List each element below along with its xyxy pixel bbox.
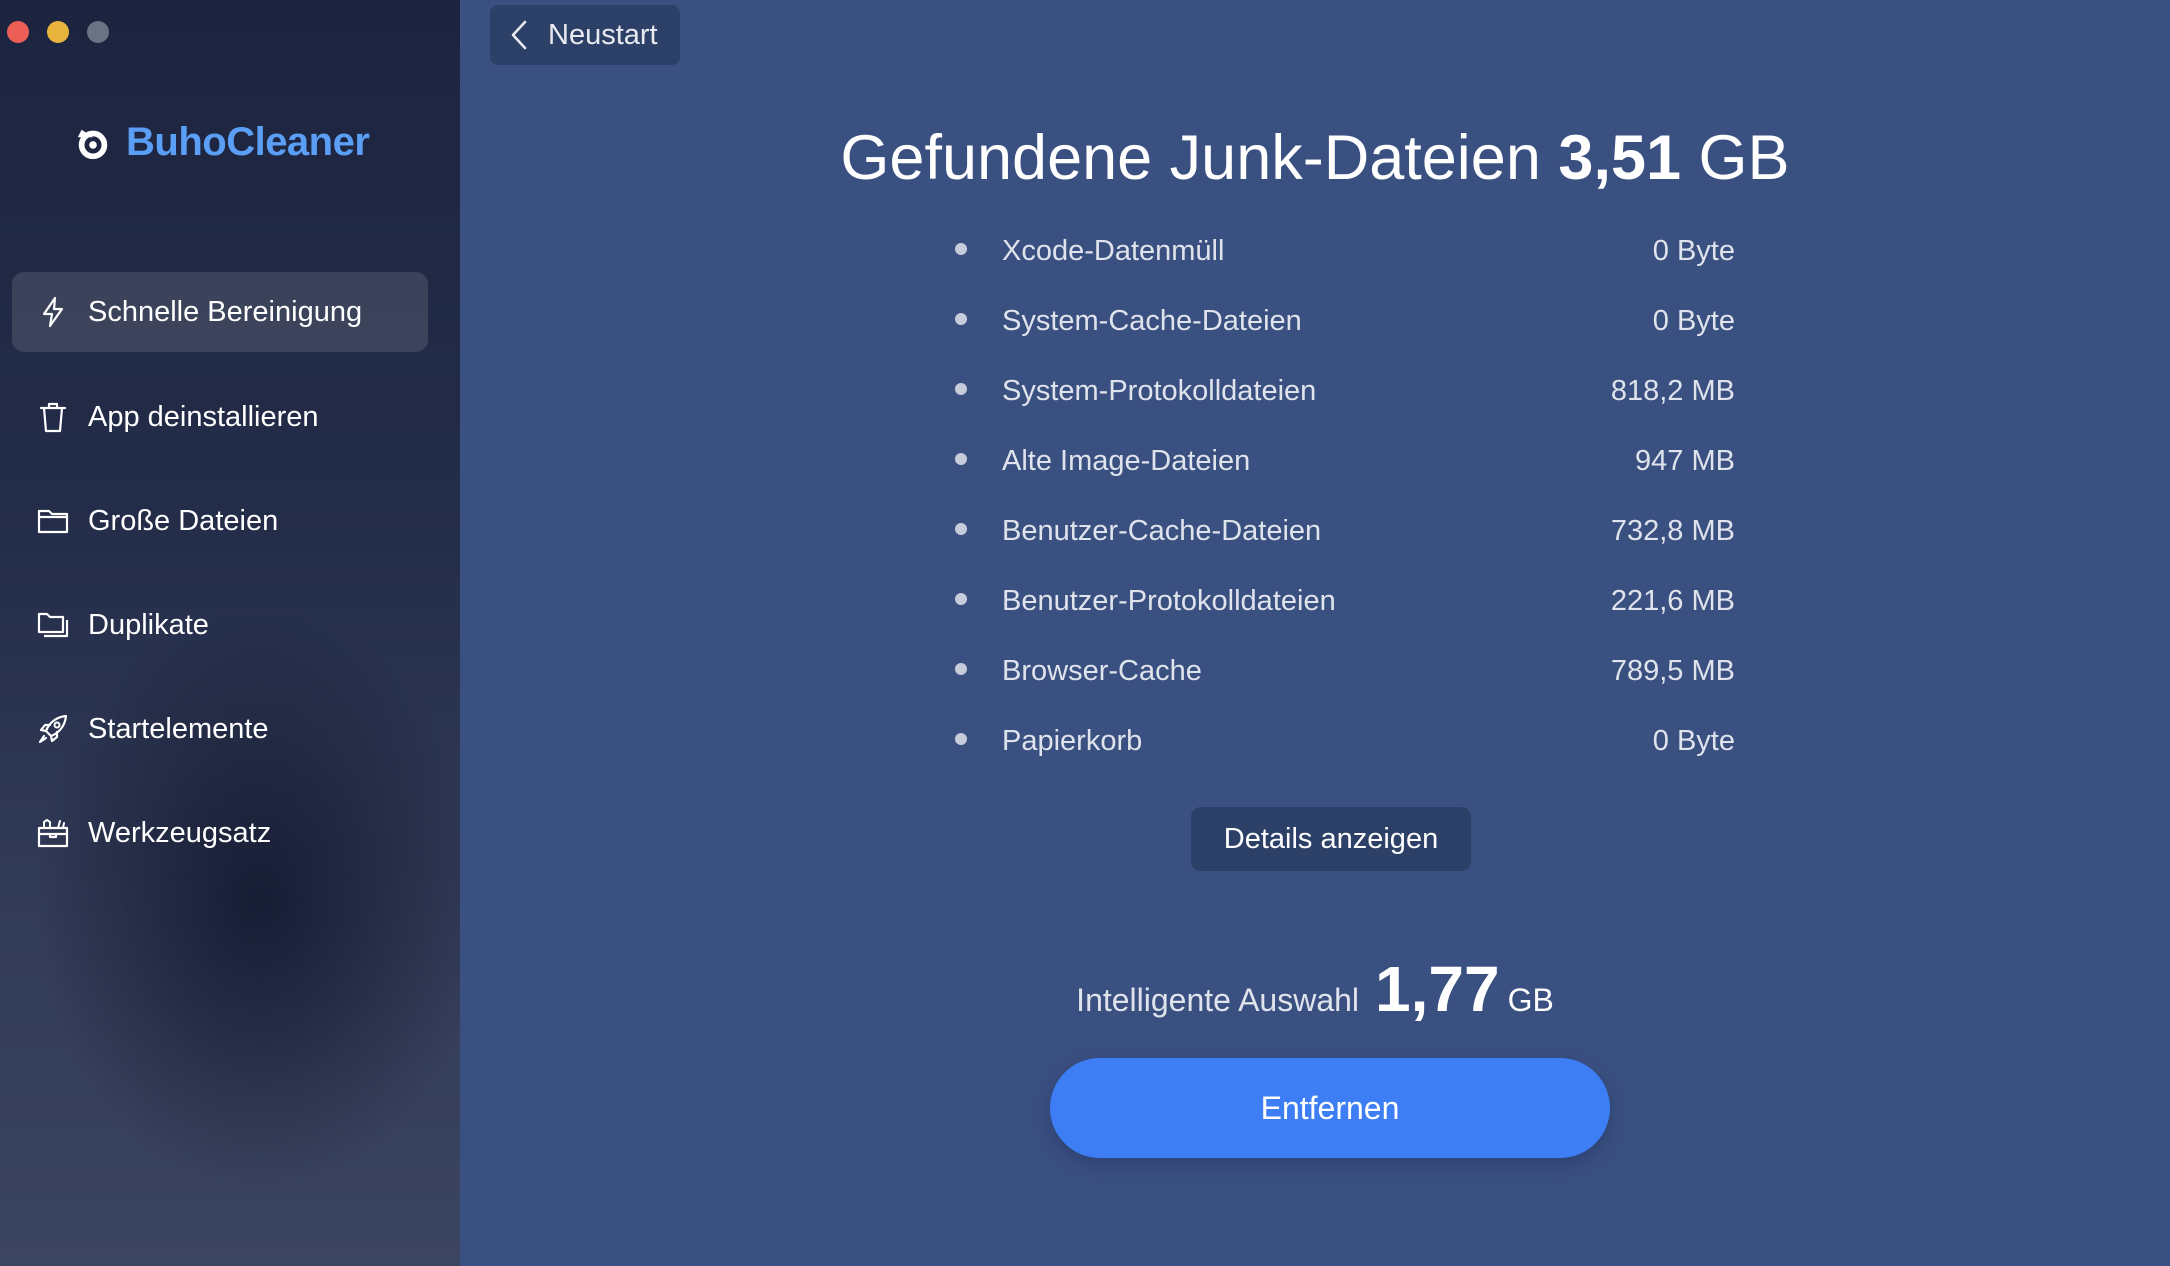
lightning-icon	[42, 296, 64, 328]
junk-category-name: Benutzer-Cache-Dateien	[1002, 515, 1322, 547]
sidebar-item-quick-clean[interactable]: Schnelle Bereinigung	[12, 272, 428, 352]
chevron-left-icon	[511, 20, 527, 50]
smart-selection-value: 1,77	[1375, 953, 1500, 1025]
smart-selection-unit: GB	[1507, 982, 1554, 1018]
back-button[interactable]: Neustart	[490, 5, 680, 65]
bullet-icon	[955, 453, 967, 465]
sidebar-item-large-files[interactable]: Große Dateien	[12, 481, 428, 561]
bullet-icon	[955, 243, 967, 255]
bullet-icon	[955, 313, 967, 325]
app-logo: BuhoCleaner	[74, 120, 370, 165]
trash-icon	[39, 402, 67, 433]
junk-file-list: Xcode-Datenmüll 0 Byte System-Cache-Date…	[955, 222, 1735, 782]
headline-value: 3,51	[1558, 123, 1682, 193]
maximize-window-button[interactable]	[87, 21, 109, 43]
junk-category-size: 732,8 MB	[1610, 515, 1735, 547]
list-item: Benutzer-Protokolldateien 221,6 MB	[955, 572, 1735, 642]
toolbox-icon	[37, 818, 69, 848]
junk-category-name: System-Cache-Dateien	[1002, 305, 1302, 337]
list-item: Alte Image-Dateien 947 MB	[955, 432, 1735, 502]
app-name: BuhoCleaner	[126, 120, 370, 164]
minimize-window-button[interactable]	[47, 21, 69, 43]
sidebar-item-label: App deinstallieren	[88, 400, 319, 433]
bullet-icon	[955, 593, 967, 605]
sidebar-item-toolkit[interactable]: Werkzeugsatz	[12, 793, 428, 873]
sidebar-item-label: Startelemente	[88, 712, 269, 745]
junk-category-name: Alte Image-Dateien	[1002, 445, 1251, 477]
list-item: Browser-Cache 789,5 MB	[955, 642, 1735, 712]
show-details-button[interactable]: Details anzeigen	[1191, 807, 1471, 871]
headline-unit: GB	[1698, 123, 1790, 193]
rocket-icon	[38, 714, 68, 744]
duplicate-folder-icon	[37, 612, 69, 638]
page-title: Gefundene Junk-Dateien 3,51 GB	[460, 122, 2170, 194]
main-content: Neustart Gefundene Junk-Dateien 3,51 GB …	[460, 0, 2170, 1266]
list-item: System-Cache-Dateien 0 Byte	[955, 292, 1735, 362]
close-window-button[interactable]	[7, 21, 29, 43]
sidebar-item-duplicates[interactable]: Duplikate	[12, 585, 428, 665]
sidebar-item-label: Duplikate	[88, 608, 209, 641]
bullet-icon	[955, 523, 967, 535]
sidebar: BuhoCleaner Schnelle Bereinigung App dei…	[0, 0, 460, 1266]
sidebar-item-label: Werkzeugsatz	[88, 816, 272, 849]
junk-category-size: 789,5 MB	[1610, 655, 1735, 687]
junk-category-name: System-Protokolldateien	[1002, 375, 1317, 407]
bullet-icon	[955, 383, 967, 395]
list-item: Papierkorb 0 Byte	[955, 712, 1735, 782]
list-item: System-Protokolldateien 818,2 MB	[955, 362, 1735, 432]
junk-category-size: 818,2 MB	[1610, 375, 1735, 407]
junk-category-size: 947 MB	[1635, 445, 1735, 477]
sidebar-item-label: Große Dateien	[88, 504, 279, 537]
headline-text: Gefundene Junk-Dateien	[840, 123, 1541, 193]
junk-category-name: Browser-Cache	[1002, 655, 1202, 687]
junk-category-size: 221,6 MB	[1610, 585, 1735, 617]
list-item: Xcode-Datenmüll 0 Byte	[955, 222, 1735, 292]
list-item: Benutzer-Cache-Dateien 732,8 MB	[955, 502, 1735, 572]
folder-icon	[37, 509, 69, 534]
junk-category-size: 0 Byte	[1652, 235, 1735, 267]
back-button-label: Neustart	[548, 18, 658, 51]
bullet-icon	[955, 663, 967, 675]
junk-category-size: 0 Byte	[1652, 305, 1735, 337]
smart-selection-label: Intelligente Auswahl	[1076, 982, 1360, 1018]
junk-category-size: 0 Byte	[1652, 725, 1735, 757]
junk-category-name: Xcode-Datenmüll	[1002, 235, 1225, 267]
sidebar-item-uninstall-app[interactable]: App deinstallieren	[12, 377, 428, 457]
sidebar-item-startup-items[interactable]: Startelemente	[12, 689, 428, 769]
smart-selection-summary: Intelligente Auswahl 1,77 GB	[460, 952, 2170, 1026]
bullet-icon	[955, 733, 967, 745]
sidebar-item-label: Schnelle Bereinigung	[88, 295, 363, 328]
junk-category-name: Benutzer-Protokolldateien	[1002, 585, 1336, 617]
buhocleaner-logo-icon	[77, 129, 108, 159]
remove-button[interactable]: Entfernen	[1050, 1058, 1610, 1158]
junk-category-name: Papierkorb	[1002, 725, 1143, 757]
